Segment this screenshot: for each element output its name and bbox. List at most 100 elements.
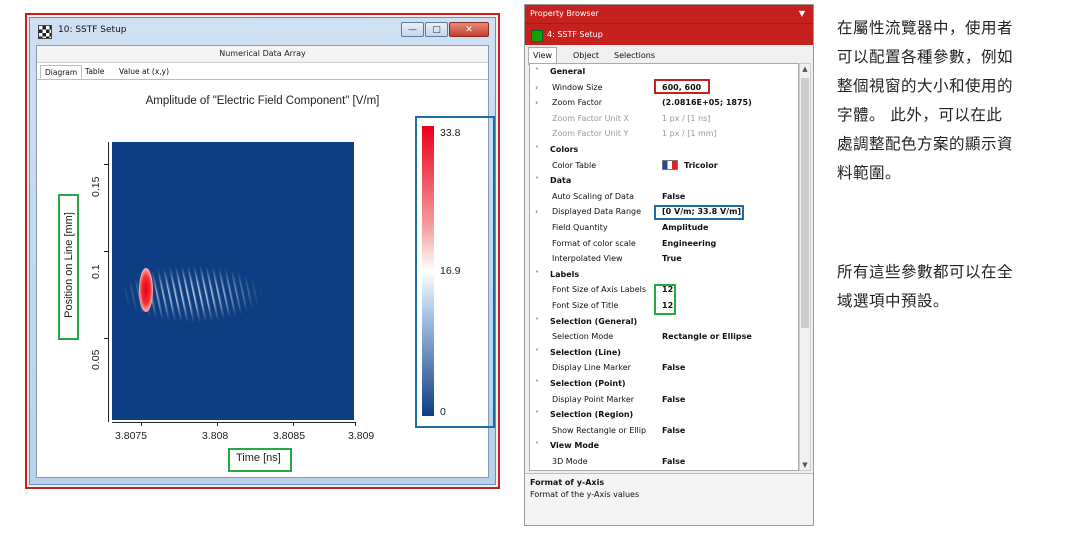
scroll-down-icon[interactable]: ▼	[800, 461, 810, 469]
property-name: Window Size	[552, 82, 603, 92]
y-tick-mark	[104, 251, 108, 252]
property-value[interactable]: False	[662, 360, 685, 376]
property-row[interactable]: › Zoom Factor (2.0816E+05; 1875)	[530, 95, 798, 111]
colorbar-mid-label: 16.9	[440, 265, 461, 277]
window-frame: 10: SSTF Setup — □ ✕ Numerical Data Arra…	[29, 17, 496, 485]
expand-chevron-icon[interactable]: ›	[535, 80, 538, 96]
tab-value-at-xy[interactable]: Value at (x,y)	[115, 65, 173, 79]
property-row[interactable]: Display Line Marker False	[530, 360, 798, 376]
x-axis-line	[112, 422, 356, 423]
property-name: Display Line Marker	[552, 363, 631, 373]
maximize-button[interactable]: □	[425, 22, 448, 37]
property-browser-title: Property Browser	[530, 9, 599, 18]
color-table-swatch-icon	[662, 160, 678, 171]
tab-selections[interactable]: Selections	[610, 48, 659, 63]
property-category[interactable]: ˅ Selection (Line)	[530, 344, 798, 361]
property-row[interactable]: Auto Scaling of Data False	[530, 189, 798, 205]
y-axis-label: Position on Line [mm]	[63, 212, 75, 318]
property-category[interactable]: ˅ Selection (General)	[530, 313, 798, 330]
property-value[interactable]: False	[662, 392, 685, 408]
property-name: Font Size of Axis Labels	[552, 285, 647, 295]
property-tabs: View Object Selections	[525, 47, 813, 65]
property-value[interactable]: True	[662, 251, 682, 267]
property-value-text: Engineering	[662, 238, 717, 248]
property-value[interactable]: Tricolor	[662, 158, 718, 174]
property-value[interactable]: Engineering	[662, 236, 716, 252]
expand-chevron-icon[interactable]: ›	[535, 204, 538, 220]
description-title: Format of y-Axis	[530, 478, 605, 487]
y-tick-mark	[104, 164, 108, 165]
category-label: Data	[550, 176, 572, 186]
property-row[interactable]: Show Rectangle or Ellip False	[530, 423, 798, 439]
property-name: Format of color scale	[552, 238, 636, 248]
property-name: 3D Mode	[552, 457, 588, 466]
explanation-paragraph-2: 所有這些參數都可以在全 域選項中預設。	[837, 258, 1077, 316]
x-tick-label: 3.8075	[115, 430, 148, 442]
property-scrollbar[interactable]: ▲ ▼	[799, 63, 811, 471]
tab-table[interactable]: Table	[81, 65, 108, 79]
property-row[interactable]: Selection Mode Rectangle or Ellipse	[530, 329, 798, 345]
data-range-highlight	[654, 205, 744, 220]
description-text: Format of the y-Axis values	[530, 490, 640, 499]
property-value[interactable]: (2.0816E+05; 1875)	[662, 95, 752, 111]
window-title: 10: SSTF Setup	[58, 25, 127, 35]
tab-diagram[interactable]: Diagram	[40, 65, 83, 79]
collapse-chevron-icon[interactable]: ˅	[535, 267, 539, 283]
property-row[interactable]: 3D Mode False	[530, 454, 798, 470]
property-row[interactable]: Color Table Tricolor	[530, 158, 798, 174]
property-value-text: 1 px / [1 ns]	[662, 113, 711, 123]
collapse-chevron-icon[interactable]: ˅	[535, 407, 539, 423]
property-category[interactable]: ˅ Selection (Point)	[530, 376, 798, 392]
close-button[interactable]: ✕	[449, 22, 489, 37]
collapse-chevron-icon[interactable]: ˅	[535, 345, 539, 361]
collapse-chevron-icon[interactable]: ˅	[535, 173, 539, 189]
property-name: Color Table	[552, 160, 597, 170]
document-status-icon	[531, 30, 543, 42]
property-row[interactable]: Display Point Marker False	[530, 392, 798, 408]
tab-object[interactable]: Object	[569, 48, 603, 63]
property-category[interactable]: ˅ Data	[530, 173, 798, 189]
property-category[interactable]: ˅ Colors	[530, 142, 798, 158]
expand-chevron-icon[interactable]: ›	[535, 95, 538, 111]
collapse-chevron-icon[interactable]: ˅	[535, 314, 539, 330]
property-category[interactable]: ˅ Labels	[530, 266, 798, 283]
property-row[interactable]: Interpolated View True	[530, 251, 798, 267]
property-category[interactable]: ˅ General	[530, 64, 798, 80]
field-peak	[139, 268, 153, 312]
property-value[interactable]: 1 px / [1 ns]	[662, 111, 710, 127]
property-value-text: Amplitude	[662, 223, 709, 232]
property-category[interactable]: ˅ View Mode	[530, 438, 798, 454]
collapse-chevron-icon[interactable]: ˅	[535, 438, 539, 454]
property-value[interactable]: 1 px / [1 mm]	[662, 126, 717, 142]
pin-icon[interactable]: ▼	[799, 5, 805, 23]
property-row[interactable]: Format of color scale Engineering	[530, 236, 798, 252]
collapse-chevron-icon[interactable]: ˅	[535, 142, 539, 158]
property-row[interactable]: Field Quantity Amplitude	[530, 220, 798, 236]
plot-area[interactable]	[112, 142, 354, 420]
window-app-icon	[38, 25, 52, 39]
minimize-button[interactable]: —	[401, 22, 424, 37]
property-value[interactable]: False	[662, 454, 685, 470]
window-titlebar[interactable]: 10: SSTF Setup — □ ✕	[30, 18, 495, 45]
property-row[interactable]: Zoom Factor Unit X 1 px / [1 ns]	[530, 111, 798, 127]
property-name: Field Quantity	[552, 223, 608, 232]
property-value[interactable]: False	[662, 189, 685, 205]
colorbar	[422, 126, 434, 416]
x-tick-mark	[355, 422, 356, 426]
subject-label: 4: SSTF Setup	[547, 30, 603, 39]
collapse-chevron-icon[interactable]: ˅	[535, 376, 539, 392]
colorbar-max-label: 33.8	[440, 127, 461, 139]
property-value[interactable]: Rectangle or Ellipse	[662, 329, 752, 345]
property-name: Zoom Factor	[552, 98, 603, 108]
property-value-text: (2.0816E+05; 1875)	[662, 98, 752, 108]
property-browser-subject: 4: SSTF Setup	[525, 23, 813, 45]
property-value[interactable]: Amplitude	[662, 220, 708, 236]
property-row[interactable]: Zoom Factor Unit Y 1 px / [1 mm]	[530, 126, 798, 142]
property-category[interactable]: ˅ Selection (Region)	[530, 407, 798, 423]
property-value[interactable]: False	[662, 423, 685, 439]
scroll-up-icon[interactable]: ▲	[800, 65, 810, 73]
explanation-line: 處調整配色方案的顯示資	[837, 135, 1014, 153]
collapse-chevron-icon[interactable]: ˅	[535, 64, 539, 80]
property-grid[interactable]: ˅ General › Window Size 600, 600 › Zoom Factor…	[529, 63, 799, 471]
scrollbar-thumb[interactable]	[801, 78, 809, 328]
